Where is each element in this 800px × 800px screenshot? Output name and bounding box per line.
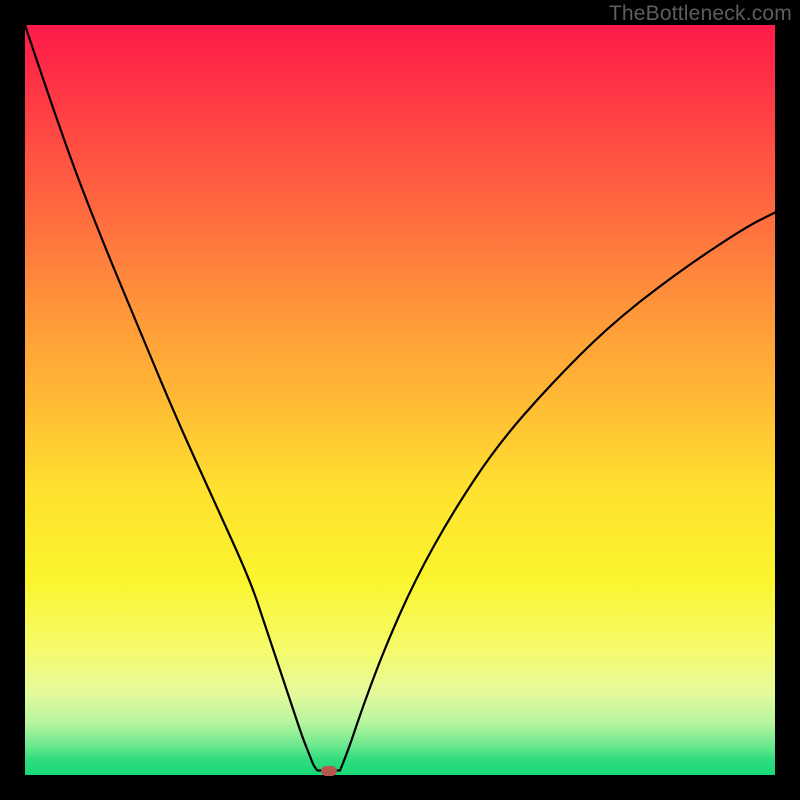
watermark-text: TheBottleneck.com xyxy=(609,2,792,26)
chart-container: TheBottleneck.com xyxy=(0,0,800,800)
curve-layer xyxy=(25,25,775,775)
bottleneck-curve xyxy=(25,25,775,771)
min-marker xyxy=(321,766,337,776)
plot-area xyxy=(25,25,775,775)
